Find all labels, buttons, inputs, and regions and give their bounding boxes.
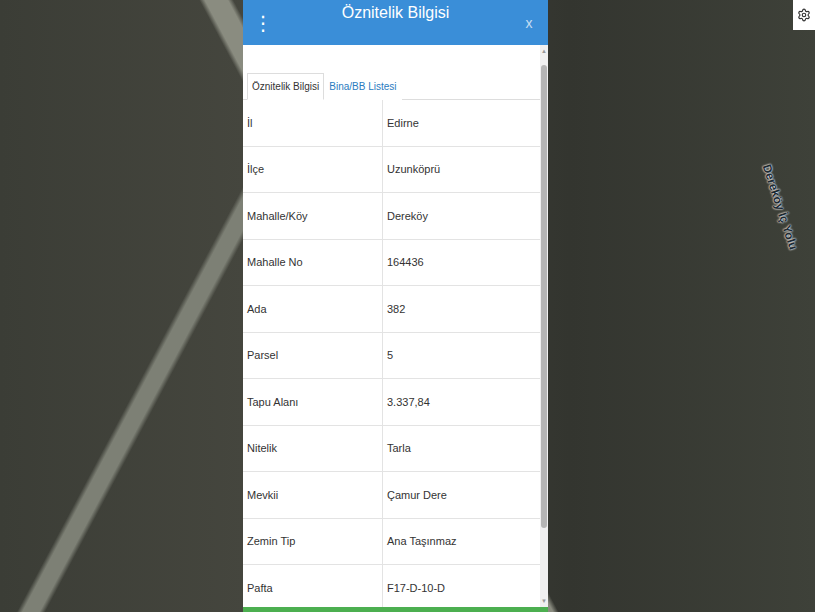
scroll-up-button[interactable]: ▲ [541, 45, 547, 57]
attribute-label: Parsel [243, 333, 383, 379]
attribute-row: Parsel5 [243, 333, 540, 380]
attribute-value: Ana Taşınmaz [383, 519, 540, 565]
attribute-label: İl [243, 100, 383, 146]
attribute-value: F17-D-10-D [383, 565, 540, 611]
attribute-value: Uzunköprü [383, 147, 540, 193]
attribute-label: Tapu Alanı [243, 379, 383, 425]
road-label: Dereköy İç Yolu [750, 134, 810, 281]
attribute-row: PaftaF17-D-10-D [243, 565, 540, 612]
attribute-label: Ada [243, 286, 383, 332]
close-button[interactable]: x [520, 15, 538, 31]
attribute-value: 382 [383, 286, 540, 332]
attribute-value: 3.337,84 [383, 379, 540, 425]
attribute-value: Çamur Dere [383, 472, 540, 518]
attribute-row: MevkiiÇamur Dere [243, 472, 540, 519]
tab[interactable]: Bina/BB Listesi [324, 73, 401, 100]
attribute-label: Nitelik [243, 426, 383, 472]
tab[interactable]: Öznitelik Bilgisi [247, 73, 324, 100]
attribute-value: Dereköy [383, 193, 540, 239]
attribute-row: Tapu Alanı3.337,84 [243, 379, 540, 426]
attribute-label: İlçe [243, 147, 383, 193]
scrollbar[interactable]: ▲▼ [540, 45, 548, 607]
panel-footer [243, 607, 548, 612]
satellite-map[interactable]: Dereköy İç Yolu⋮Öznitelik BilgisixÖznite… [0, 0, 815, 612]
attribute-value: 164436 [383, 240, 540, 286]
panel-header: ⋮Öznitelik Bilgisix [243, 0, 548, 45]
attribute-row: Mahalle No164436 [243, 240, 540, 287]
attribute-value: Tarla [383, 426, 540, 472]
attribute-label: Zemin Tip [243, 519, 383, 565]
attribute-row: NitelikTarla [243, 426, 540, 473]
settings-button[interactable] [793, 0, 815, 30]
gear-icon [797, 8, 811, 22]
scroll-thumb[interactable] [541, 65, 547, 528]
panel-title: Öznitelik Bilgisi [271, 4, 520, 22]
menu-button[interactable]: ⋮ [253, 11, 271, 35]
attribute-row: İlEdirne [243, 100, 540, 147]
attribute-panel: ⋮Öznitelik BilgisixÖznitelik BilgisiBina… [243, 0, 548, 612]
attribute-row: Mahalle/KöyDereköy [243, 193, 540, 240]
attribute-value: 5 [383, 333, 540, 379]
attribute-row: Zemin TipAna Taşınmaz [243, 519, 540, 566]
attribute-label: Mahalle No [243, 240, 383, 286]
attribute-label: Pafta [243, 565, 383, 611]
attribute-value: Edirne [383, 100, 540, 146]
tab-bar: Öznitelik BilgisiBina/BB Listesi [243, 45, 540, 100]
attribute-label: Mahalle/Köy [243, 193, 383, 239]
attribute-label: Mevkii [243, 472, 383, 518]
attribute-row: Ada382 [243, 286, 540, 333]
attribute-row: İlçeUzunköprü [243, 147, 540, 194]
scroll-down-button[interactable]: ▼ [541, 595, 547, 607]
